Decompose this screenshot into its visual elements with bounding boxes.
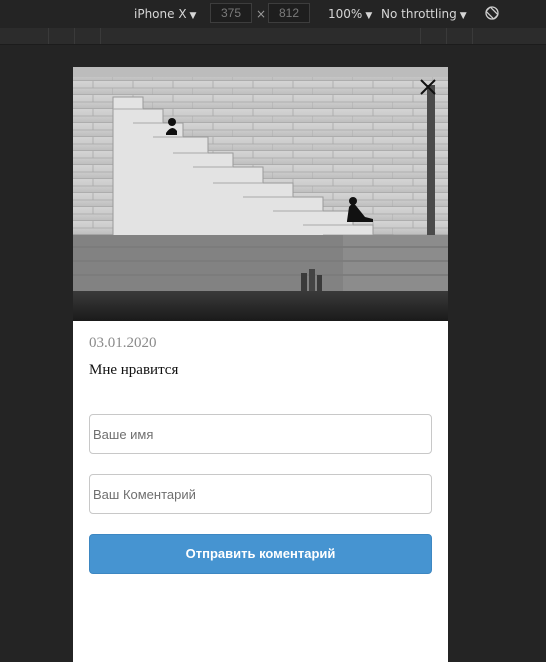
ruler-segment[interactable] [48, 28, 75, 44]
zoom-label: 100% [328, 7, 363, 21]
media-query-ruler [0, 28, 546, 45]
ruler-segment[interactable] [0, 28, 48, 44]
rotate-icon[interactable] [484, 5, 500, 21]
post-text: Мне нравится [89, 362, 179, 378]
ruler-segment[interactable] [446, 28, 473, 44]
device-select-label: iPhone X [134, 7, 187, 21]
post-date: 03.01.2020 [89, 335, 157, 351]
throttling-select[interactable]: No throttling ▼ [381, 6, 467, 22]
height-input[interactable] [268, 3, 310, 23]
ruler-segment[interactable] [472, 28, 546, 44]
name-input[interactable] [89, 414, 432, 454]
chevron-down-icon: ▼ [365, 11, 373, 21]
device-viewport: 03.01.2020 Мне нравится Отправить комент… [73, 67, 448, 662]
chevron-down-icon: ▼ [189, 11, 197, 21]
ruler-segment[interactable] [420, 28, 447, 44]
device-select[interactable]: iPhone X ▼ [134, 6, 196, 22]
ruler-segment[interactable] [100, 28, 421, 44]
throttling-label: No throttling [381, 7, 457, 21]
submit-comment-button[interactable]: Отправить коментарий [89, 534, 432, 574]
times-symbol: × [256, 7, 267, 21]
chevron-down-icon: ▼ [459, 11, 467, 21]
comment-input[interactable] [89, 474, 432, 514]
post-photo [73, 67, 448, 321]
devtools-toolbar: iPhone X▼ × 100%▼ No throttling▼ [0, 0, 546, 28]
ruler-segment[interactable] [74, 28, 101, 44]
width-input[interactable] [210, 3, 252, 23]
zoom-select[interactable]: 100% ▼ [328, 6, 372, 22]
close-icon[interactable] [418, 77, 438, 97]
